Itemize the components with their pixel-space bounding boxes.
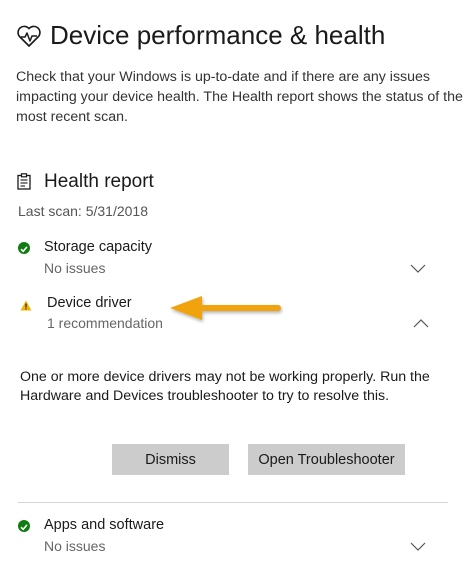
item-status: No issues bbox=[44, 260, 106, 276]
heart-pulse-icon bbox=[16, 24, 42, 53]
item-label: Apps and software bbox=[44, 517, 165, 533]
checkmark-circle-icon bbox=[18, 242, 30, 254]
open-troubleshooter-button[interactable]: Open Troubleshooter bbox=[248, 444, 405, 475]
health-item-storage[interactable]: Storage capacity No issues bbox=[0, 236, 474, 282]
chevron-down-icon[interactable] bbox=[410, 264, 426, 273]
page-title: Device performance & health bbox=[50, 20, 386, 50]
section-title: Health report bbox=[44, 171, 154, 192]
item-status: 1 recommendation bbox=[47, 315, 163, 331]
dismiss-button[interactable]: Dismiss bbox=[112, 444, 229, 475]
item-status: No issues bbox=[44, 538, 106, 554]
divider bbox=[18, 502, 448, 503]
annotation-arrow-icon bbox=[168, 293, 283, 330]
item-label: Device driver bbox=[47, 295, 132, 311]
clipboard-icon bbox=[17, 173, 31, 195]
chevron-down-icon[interactable] bbox=[410, 542, 426, 551]
driver-message: One or more device drivers may not be wo… bbox=[20, 369, 430, 404]
page-description: Check that your Windows is up-to-date an… bbox=[16, 69, 463, 125]
checkmark-circle-icon bbox=[18, 520, 30, 532]
item-label: Storage capacity bbox=[44, 239, 153, 255]
warning-triangle-icon bbox=[20, 298, 32, 316]
chevron-up-icon[interactable] bbox=[413, 319, 429, 328]
health-item-apps[interactable]: Apps and software No issues bbox=[0, 514, 474, 560]
last-scan-text: Last scan: 5/31/2018 bbox=[18, 203, 148, 219]
